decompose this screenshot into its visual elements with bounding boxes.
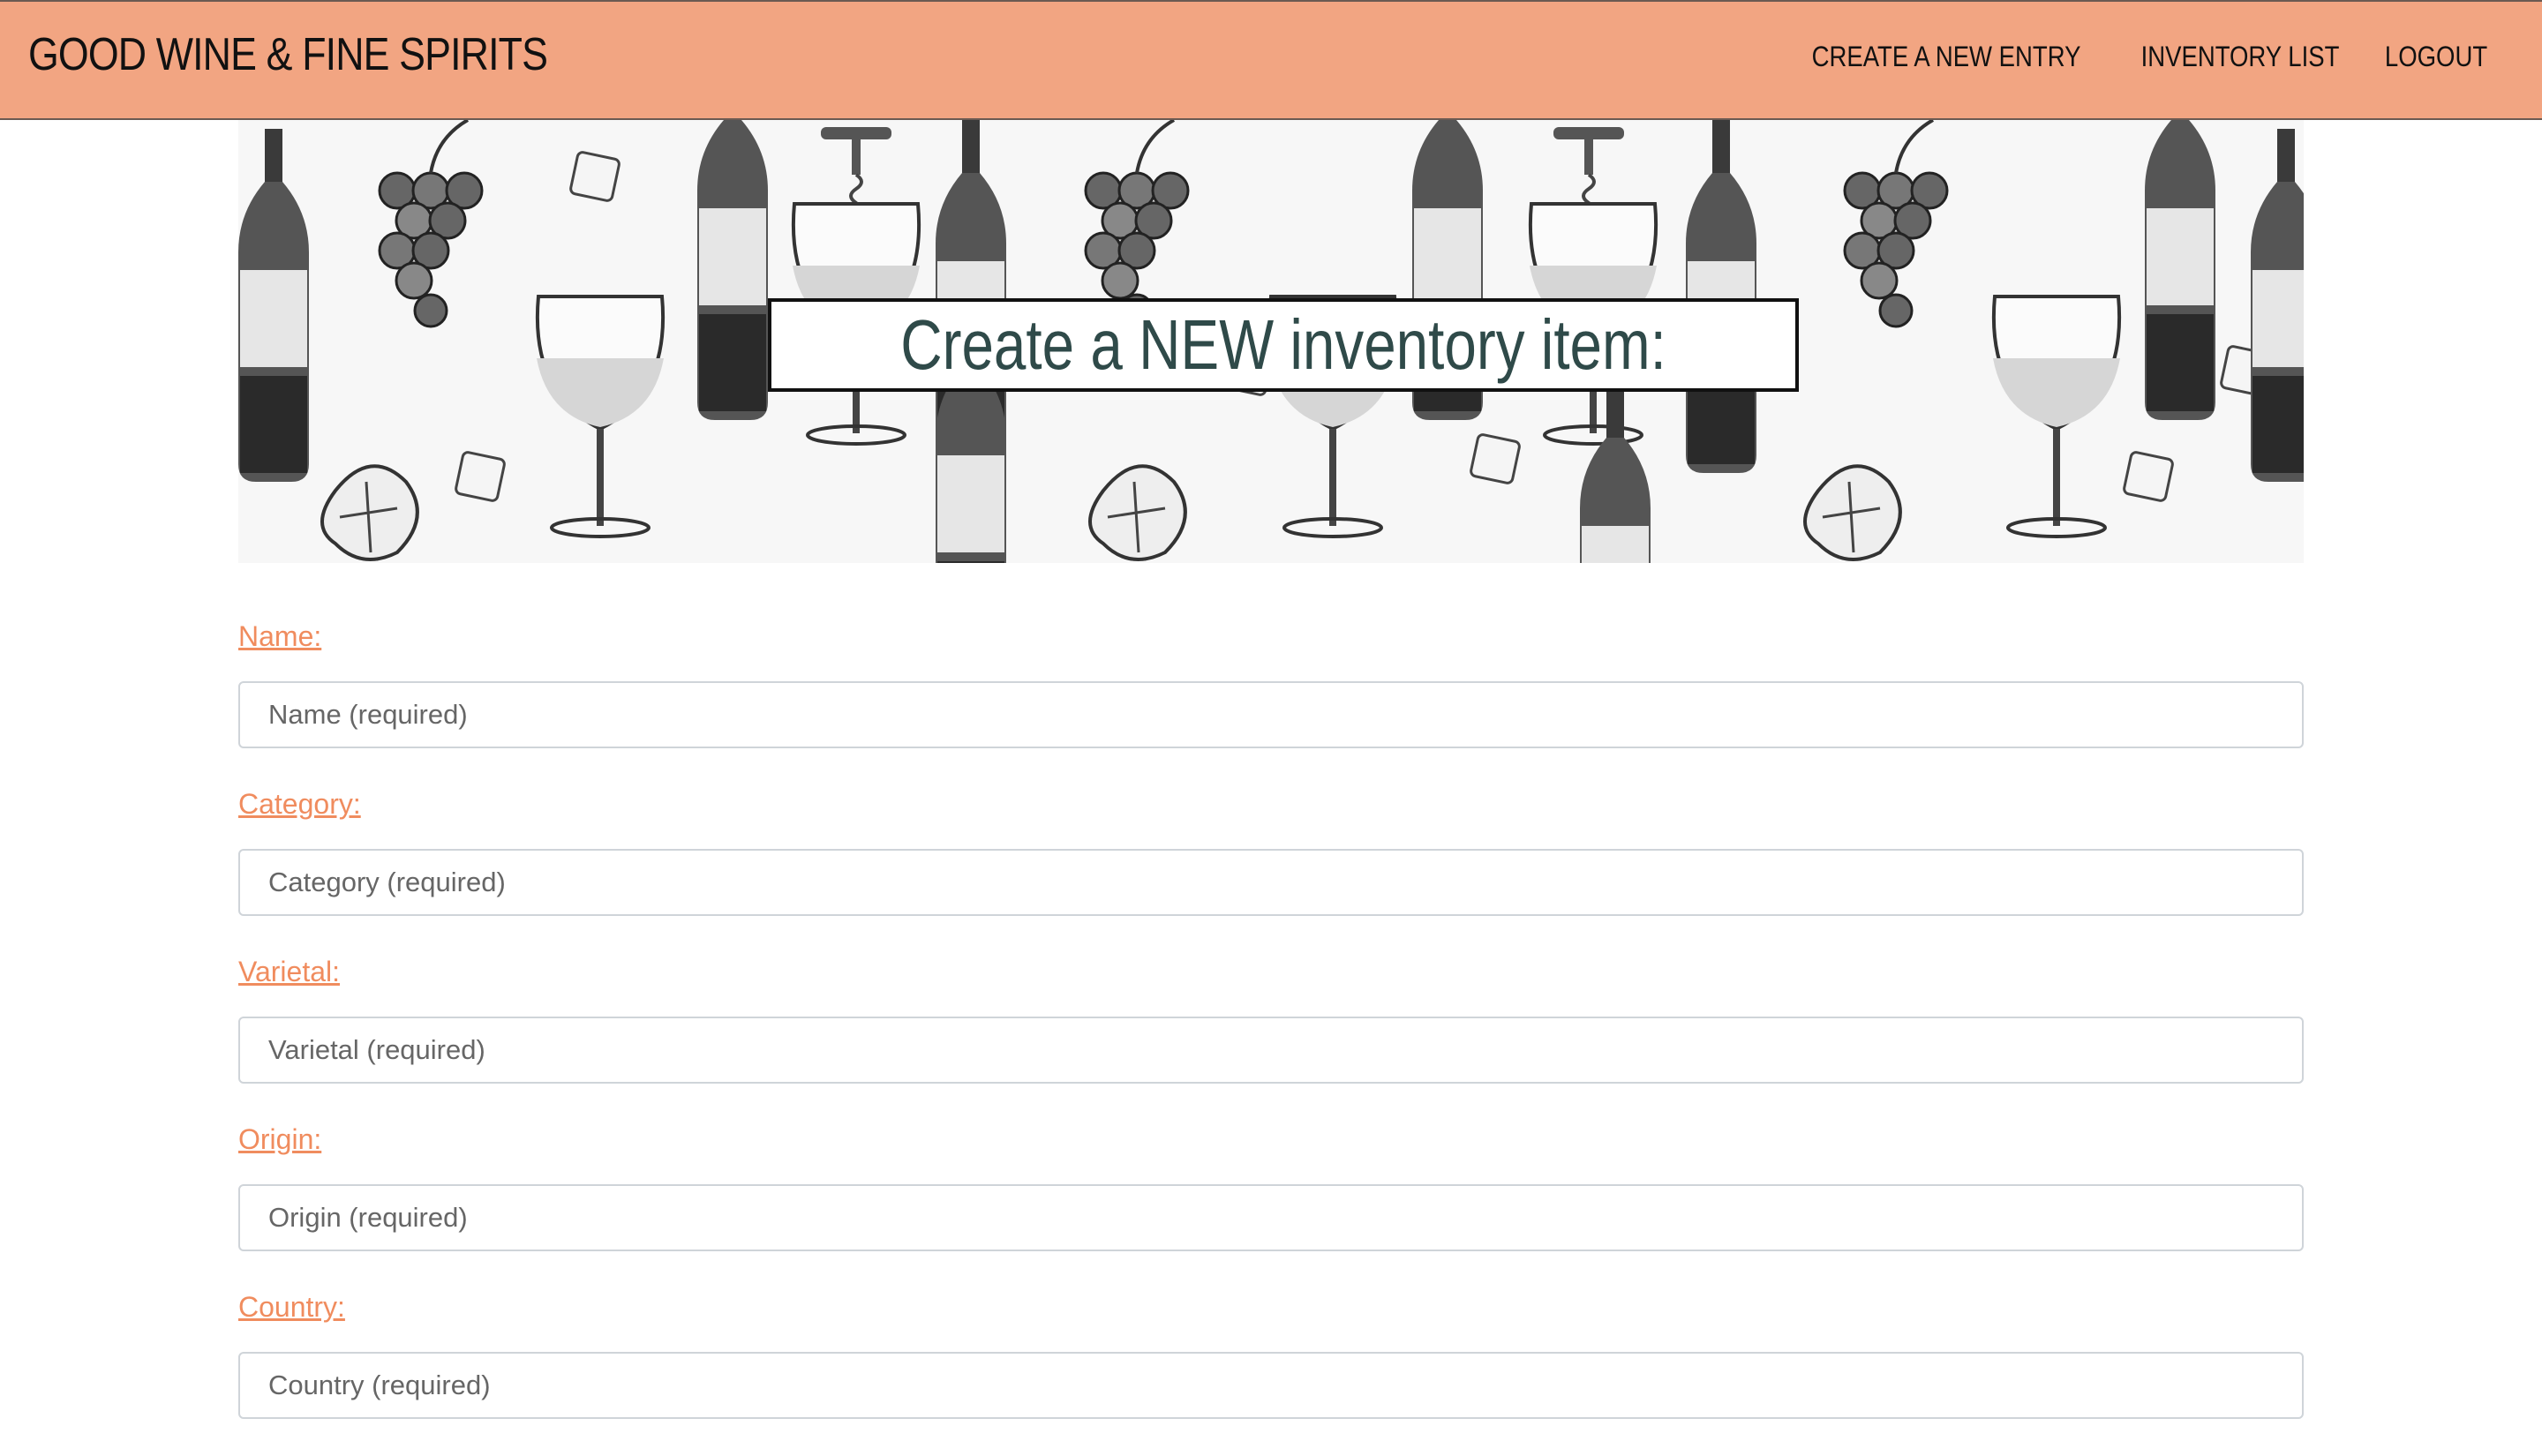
hero-banner: Create a NEW inventory item: [238, 120, 2304, 563]
nav-logout-link[interactable]: LOGOUT [2385, 41, 2487, 73]
name-label[interactable]: Name: [238, 618, 2304, 655]
nav-create-entry-link[interactable]: CREATE A NEW ENTRY [1812, 41, 2081, 73]
nav-inventory-list-link[interactable]: INVENTORY LIST [2141, 41, 2340, 73]
hero-title-box: Create a NEW inventory item: [768, 298, 1799, 392]
country-input[interactable] [238, 1352, 2304, 1419]
name-input[interactable] [238, 681, 2304, 748]
country-label[interactable]: Country: [238, 1288, 2304, 1325]
page-title: Create a NEW inventory item: [900, 305, 1666, 384]
navbar: GOOD WINE & FINE SPIRITS CREATE A NEW EN… [0, 0, 2542, 120]
varietal-input[interactable] [238, 1017, 2304, 1084]
origin-label[interactable]: Origin: [238, 1121, 2304, 1158]
varietal-label[interactable]: Varietal: [238, 953, 2304, 990]
new-inventory-form: Name: Category: Varietal: Origin: Countr… [238, 618, 2304, 1456]
category-input[interactable] [238, 849, 2304, 916]
brand-title[interactable]: GOOD WINE & FINE SPIRITS [28, 28, 548, 81]
category-label[interactable]: Category: [238, 785, 2304, 822]
nav-links: CREATE A NEW ENTRY INVENTORY LIST LOGOUT [1768, 41, 2487, 73]
origin-input[interactable] [238, 1184, 2304, 1251]
